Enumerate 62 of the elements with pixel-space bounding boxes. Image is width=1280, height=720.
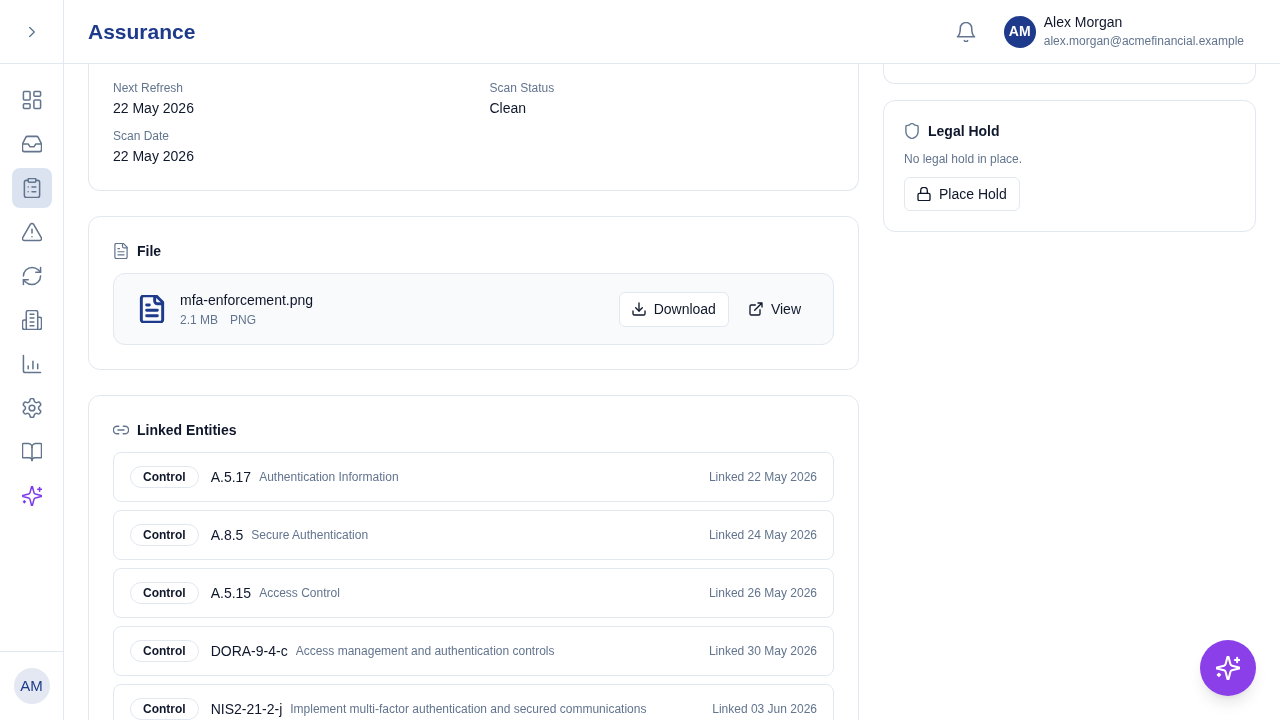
linked-date: Linked 03 Jun 2026	[711, 701, 817, 718]
view-button[interactable]: View	[736, 291, 813, 327]
file-size: 2.1 MB	[180, 312, 218, 328]
download-icon	[631, 302, 646, 316]
card-title: Legal Hold	[928, 121, 1000, 141]
card-title: Linked Entities	[137, 420, 237, 440]
external-link-icon	[748, 302, 763, 316]
inbox-icon	[21, 134, 42, 154]
linked-entity-row[interactable]: Control DORA-9-4-c Access management and authentication controls Linked 30 May 2026	[113, 626, 834, 676]
user-avatar[interactable]: AM	[1003, 15, 1036, 48]
linked-entity-row[interactable]: Control NIS2-21-2-j Implement multi-factor authentication and secured communications Linked 03 Jun 2026	[113, 684, 834, 720]
entity-code: A.5.15	[210, 583, 252, 603]
notifications-button[interactable]	[955, 21, 976, 42]
bell-icon	[955, 21, 976, 42]
settings-icon	[21, 398, 42, 418]
entity-code: A.5.17	[210, 467, 252, 487]
linked-date: Linked 24 May 2026	[707, 527, 817, 544]
linked-entity-row[interactable]: Control A.8.5 Secure Authentication Linked 24 May 2026	[113, 510, 834, 560]
nav-item[interactable]	[11, 168, 52, 208]
entity-code: DORA-9-4-c	[210, 641, 288, 661]
entity-description: Authentication Information	[259, 469, 399, 486]
field-value: 22 May 2026	[113, 147, 195, 166]
entity-description: Secure Authentication	[251, 527, 369, 544]
linked-date: Linked 30 May 2026	[707, 643, 817, 660]
open-book-icon	[21, 442, 42, 462]
shield-icon	[904, 123, 920, 139]
legal-hold-message: No legal hold in place.	[904, 151, 1024, 167]
entity-description: Access management and authentication controls	[295, 643, 555, 660]
download-button[interactable]: Download	[618, 291, 729, 327]
field-label: Scan Date	[113, 128, 171, 144]
document-icon	[113, 243, 129, 259]
field-label: Scan Status	[489, 80, 556, 96]
file-type: PNG	[230, 312, 257, 328]
user-name: Alex Morgan	[1043, 14, 1124, 32]
lock-icon	[917, 187, 931, 201]
sparkles-icon	[1216, 656, 1240, 680]
building-icon	[21, 310, 42, 330]
field-value: Clean	[489, 99, 528, 118]
file-name: mfa-enforcement.png	[180, 291, 314, 310]
warning-triangle-icon	[21, 222, 42, 242]
field-label: Next Refresh	[113, 80, 185, 96]
entity-code: A.8.5	[210, 525, 244, 545]
refresh-icon	[21, 266, 42, 286]
sparkles-icon	[21, 486, 42, 506]
place-hold-button[interactable]: Place Hold	[904, 177, 1020, 211]
bar-chart-icon	[21, 354, 42, 374]
page-title: Assurance	[88, 18, 196, 45]
user-avatar[interactable]: AM	[13, 668, 50, 704]
linked-entity-row[interactable]: Control A.5.15 Access Control Linked 26 May 2026	[113, 568, 834, 618]
card-title: File	[137, 241, 162, 261]
linked-date: Linked 22 May 2026	[707, 469, 817, 486]
entity-description: Access Control	[259, 585, 340, 602]
linked-date: Linked 26 May 2026	[707, 585, 817, 602]
entity-description: Implement multi-factor authentication and secured communications	[290, 701, 647, 718]
assistant-button[interactable]	[1200, 640, 1256, 696]
entity-code: NIS2-21-2-j	[210, 699, 283, 719]
user-email: alex.morgan@acmefinancial.example	[1043, 33, 1244, 49]
field-value: 22 May 2026	[113, 99, 195, 118]
dashboard-icon	[21, 90, 42, 110]
clipboard-list-icon	[21, 178, 42, 198]
document-icon	[138, 295, 166, 323]
linked-entity-row[interactable]: Control A.5.17 Authentication Information Linked 22 May 2026	[113, 452, 834, 502]
